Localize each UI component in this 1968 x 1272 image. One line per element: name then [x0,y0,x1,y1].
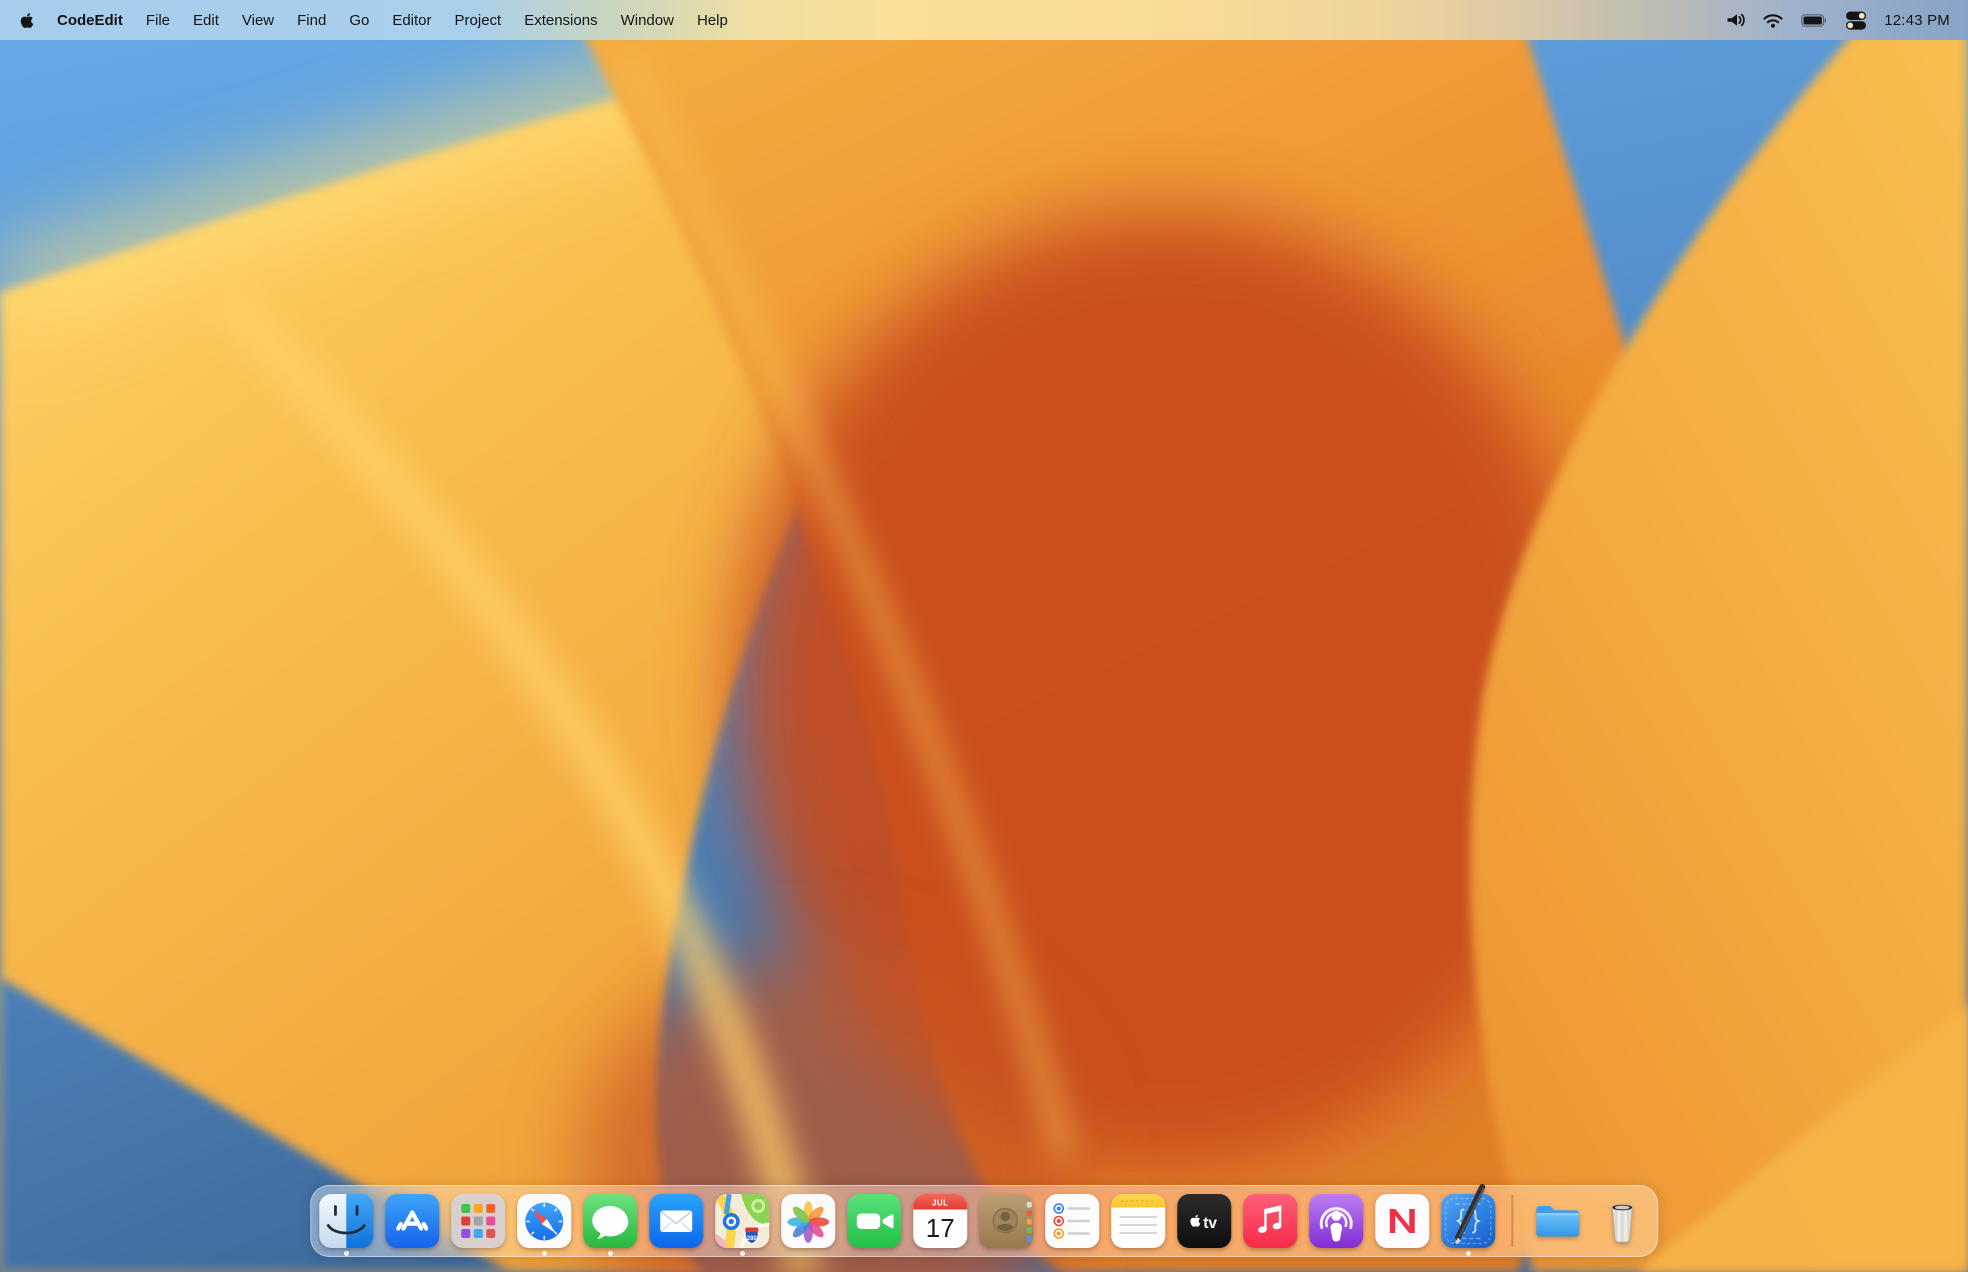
menu-bar: CodeEdit File Edit View Find Go Editor P… [0,0,1968,40]
svg-text:280: 280 [747,1236,758,1242]
menu-item-edit[interactable]: Edit [193,12,219,29]
dock-separator [1511,1195,1513,1247]
volume-icon[interactable] [1725,12,1745,28]
svg-text:tv: tv [1203,1215,1217,1232]
dock-icon-contacts[interactable] [979,1194,1033,1248]
dock-icon-maps[interactable]: 280 [715,1194,769,1248]
dock-icon-news[interactable] [1375,1194,1429,1248]
running-indicator [608,1251,613,1256]
dock: 280 [310,1185,1658,1257]
running-indicator [740,1251,745,1256]
battery-icon[interactable] [1801,14,1828,27]
dock-icon-photos[interactable] [781,1194,835,1248]
dock-icon-codeedit[interactable] [1441,1194,1495,1248]
wifi-icon[interactable] [1762,12,1784,28]
dock-icon-podcasts[interactable] [1309,1194,1363,1248]
menu-item-view[interactable]: View [242,12,274,29]
menu-item-window[interactable]: Window [621,12,674,29]
dock-icon-facetime[interactable] [847,1194,901,1248]
svg-text:17: 17 [926,1213,955,1243]
dock-icon-messages[interactable] [583,1194,637,1248]
dock-icon-calendar[interactable]: JUL 17 [913,1194,967,1248]
running-indicator [542,1251,547,1256]
svg-text:JUL: JUL [932,1198,949,1207]
menu-item-find[interactable]: Find [297,12,326,29]
dock-icon-tv[interactable]: tv [1177,1194,1231,1248]
dock-icon-reminders[interactable] [1045,1194,1099,1248]
menu-item-project[interactable]: Project [455,12,502,29]
menu-item-file[interactable]: File [146,12,170,29]
menu-item-extensions[interactable]: Extensions [524,12,597,29]
control-center-icon[interactable] [1845,10,1867,31]
interstate-shield: 280 [745,1228,758,1244]
menubar-clock[interactable]: 12:43 PM [1884,12,1950,29]
desktop-wallpaper [0,0,1968,1272]
running-indicator [344,1251,349,1256]
dock-icon-app-store[interactable] [385,1194,439,1248]
apple-menu[interactable] [20,12,34,29]
menu-item-help[interactable]: Help [697,12,728,29]
dock-icon-notes[interactable] [1111,1194,1165,1248]
desktop: CodeEdit File Edit View Find Go Editor P… [0,0,1968,1272]
dock-icon-trash[interactable] [1595,1194,1649,1248]
dock-icon-music[interactable] [1243,1194,1297,1248]
apple-logo-icon [20,12,34,29]
dock-icon-downloads-folder[interactable] [1529,1194,1583,1248]
menu-app-name[interactable]: CodeEdit [57,12,123,29]
dock-icon-safari[interactable] [517,1194,571,1248]
running-indicator [1466,1251,1471,1256]
dock-icon-launchpad[interactable] [451,1194,505,1248]
dock-icon-mail[interactable] [649,1194,703,1248]
menu-item-go[interactable]: Go [349,12,369,29]
dock-icon-finder[interactable] [319,1194,373,1248]
menu-item-editor[interactable]: Editor [392,12,431,29]
